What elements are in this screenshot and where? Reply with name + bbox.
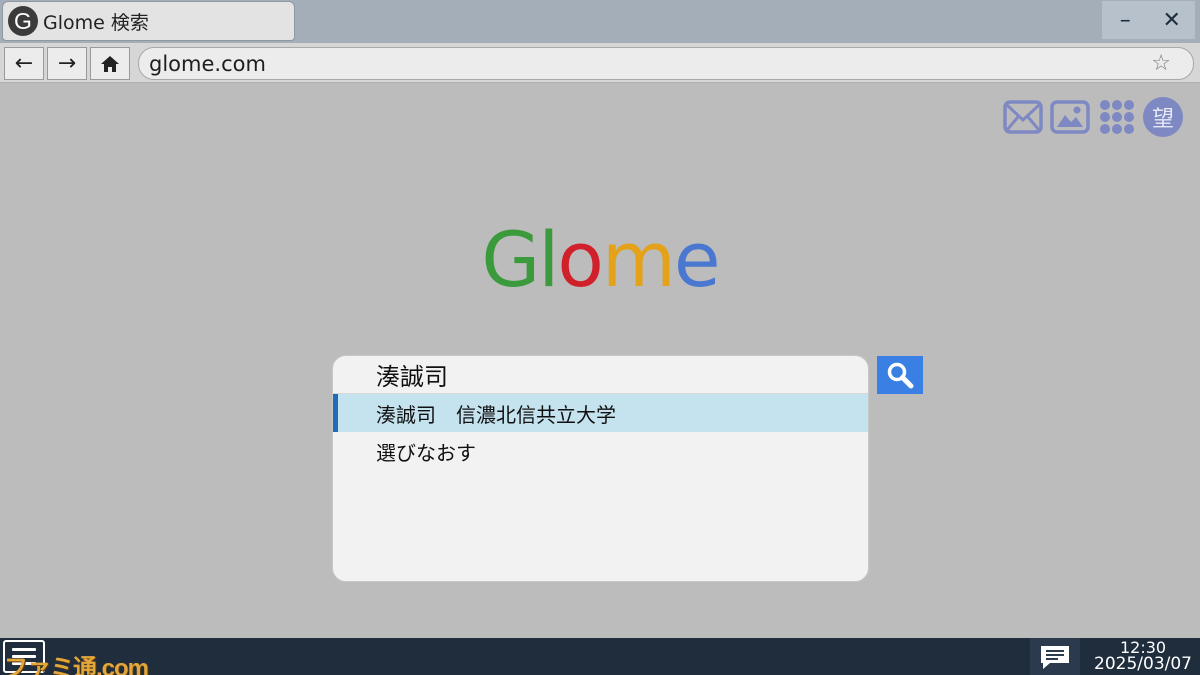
logo-letter: o bbox=[557, 215, 603, 304]
navigation-bar: ← → glome.com ☆ bbox=[0, 43, 1200, 83]
forward-button[interactable]: → bbox=[47, 47, 87, 80]
system-clock: 12:30 2025/03/07 bbox=[1094, 639, 1192, 673]
url-text: glome.com bbox=[149, 51, 266, 76]
window-controls: – ✕ bbox=[1102, 1, 1195, 39]
search-icon bbox=[887, 362, 914, 389]
address-bar[interactable]: glome.com ☆ bbox=[138, 47, 1194, 80]
watermark-logo: ファミ通.com bbox=[4, 655, 149, 675]
tab-favicon: G bbox=[8, 6, 38, 36]
home-button[interactable] bbox=[90, 47, 130, 80]
apps-grid-button[interactable] bbox=[1096, 97, 1138, 137]
taskbar: ファミ通.com 12:30 2025/03/07 bbox=[0, 638, 1200, 675]
mail-button[interactable] bbox=[1002, 97, 1044, 137]
glome-logo: Glome bbox=[0, 215, 1200, 305]
image-button[interactable] bbox=[1049, 97, 1091, 137]
chat-button[interactable] bbox=[1030, 638, 1080, 675]
browser-tab[interactable]: G Glome 検索 bbox=[2, 1, 295, 41]
search-box: 湊誠司 湊誠司 信濃北信共立大学 選びなおす bbox=[332, 355, 869, 582]
close-button[interactable]: ✕ bbox=[1154, 8, 1190, 33]
suggestion-item[interactable]: 湊誠司 信濃北信共立大学 bbox=[333, 394, 868, 432]
chat-icon bbox=[1041, 645, 1069, 669]
home-icon bbox=[101, 55, 119, 72]
logo-letter: G bbox=[481, 215, 540, 304]
app-icons: 望 bbox=[1002, 96, 1183, 138]
back-button[interactable]: ← bbox=[4, 47, 44, 80]
search-button[interactable] bbox=[877, 356, 923, 394]
logo-letter: m bbox=[601, 215, 676, 304]
clock-date: 2025/03/07 bbox=[1094, 654, 1192, 674]
logo-letter: l bbox=[538, 215, 559, 304]
user-avatar[interactable]: 望 bbox=[1143, 97, 1183, 137]
apps-grid-icon bbox=[1100, 100, 1134, 134]
search-input[interactable]: 湊誠司 bbox=[333, 356, 868, 394]
suggestion-item-reselect[interactable]: 選びなおす bbox=[333, 432, 868, 470]
tab-title: Glome 検索 bbox=[43, 11, 149, 34]
mail-icon bbox=[1003, 100, 1043, 134]
image-icon bbox=[1050, 100, 1090, 134]
logo-letter: e bbox=[673, 215, 721, 304]
title-bar: G Glome 検索 – ✕ bbox=[0, 0, 1200, 43]
minimize-button[interactable]: – bbox=[1107, 8, 1143, 33]
bookmark-star-icon[interactable]: ☆ bbox=[1151, 51, 1171, 76]
